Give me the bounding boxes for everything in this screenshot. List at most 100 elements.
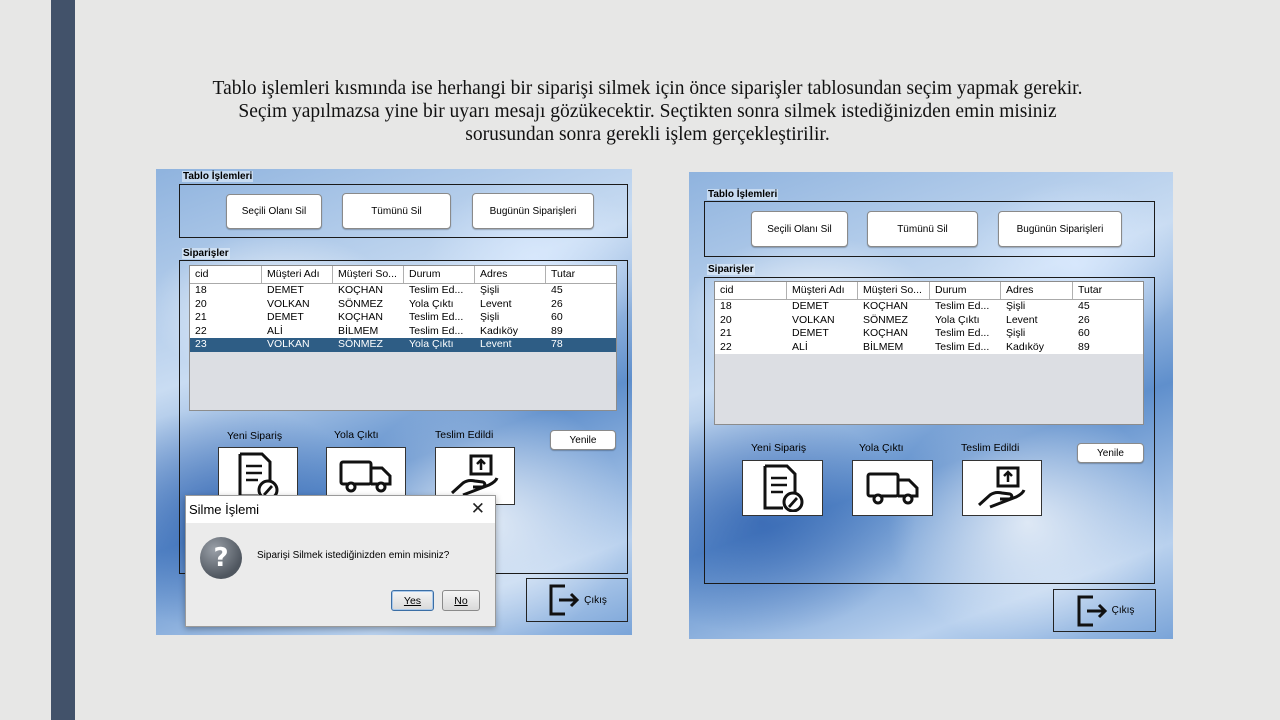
- siparisler-title: Siparişler: [707, 264, 755, 275]
- cikis-label: Çıkış: [584, 594, 607, 606]
- table-row[interactable]: 23 VOLKAN SÖNMEZ Yola Çıktı Levent 78: [190, 338, 616, 352]
- table-header: cid Müşteri Adı Müşteri So... Durum Adre…: [190, 266, 616, 284]
- secili-olani-sil-button[interactable]: Seçili Olanı Sil: [226, 194, 322, 229]
- table-cell: Teslim Ed...: [409, 311, 464, 323]
- table-cell: Teslim Ed...: [935, 340, 990, 353]
- table-cell: SÖNMEZ: [863, 313, 908, 326]
- table-cell: 23: [195, 338, 207, 350]
- column-header-musteri-adi[interactable]: Müşteri Adı: [262, 266, 333, 283]
- caption-line-2: Seçim yapılmazsa yine bir uyarı mesajı g…: [238, 101, 1057, 122]
- column-header-adres[interactable]: Adres: [1001, 282, 1073, 299]
- table-cell: 60: [1078, 327, 1090, 339]
- table-cell: KOÇHAN: [863, 300, 908, 312]
- table-cell: 26: [551, 297, 563, 310]
- yeni-siparis-button[interactable]: [742, 460, 823, 516]
- column-header-durum[interactable]: Durum: [404, 266, 475, 283]
- table-row[interactable]: 20 VOLKAN SÖNMEZ Yola Çıktı Levent 26: [715, 313, 1143, 327]
- table-cell: 60: [551, 311, 563, 323]
- column-header-musteri-soyadi[interactable]: Müşteri So...: [858, 282, 930, 299]
- tumunu-sil-button[interactable]: Tümünü Sil: [867, 211, 978, 247]
- table-cell: VOLKAN: [792, 313, 835, 326]
- yola-cikti-button[interactable]: [852, 460, 933, 516]
- teslim-edildi-button[interactable]: [962, 460, 1042, 516]
- yenile-button[interactable]: Yenile: [550, 430, 616, 450]
- close-icon[interactable]: ✕: [471, 499, 485, 519]
- cikis-button[interactable]: Çıkış: [1053, 589, 1156, 632]
- dialog-titlebar: Silme İşlemi ✕: [186, 496, 495, 523]
- tablo-islemleri-title: Tablo İşlemleri: [182, 171, 254, 182]
- exit-icon: [1077, 595, 1107, 626]
- hand-package-icon: [450, 454, 499, 497]
- teslim-edildi-label: Teslim Edildi: [435, 429, 494, 441]
- table-cell: Şişli: [1006, 300, 1026, 312]
- table-cell: BİLMEM: [338, 324, 379, 337]
- table-cell: Kadıköy: [480, 324, 518, 337]
- column-header-tutar[interactable]: Tutar: [1073, 282, 1143, 299]
- column-header-musteri-soyadi[interactable]: Müşteri So...: [333, 266, 404, 283]
- table-row[interactable]: 18 DEMET KOÇHAN Teslim Ed... Şişli 45: [715, 300, 1143, 314]
- yeni-siparis-label: Yeni Sipariş: [751, 442, 807, 454]
- table-row[interactable]: 21 DEMET KOÇHAN Teslim Ed... Şişli 60: [715, 327, 1143, 341]
- caption-line-1: Tablo işlemleri kısmında ise herhangi bi…: [212, 78, 1083, 99]
- question-icon: ?: [200, 537, 242, 579]
- caption-line-3: sorusundan sonra gerekli işlem gerçekleş…: [465, 124, 830, 145]
- table-cell: SÖNMEZ: [338, 338, 383, 350]
- yeni-siparis-label: Yeni Sipariş: [227, 430, 283, 442]
- table-cell: 20: [720, 313, 732, 326]
- slide-caption: Tablo işlemleri kısmında ise herhangi bi…: [150, 77, 1145, 146]
- table-cell: Teslim Ed...: [935, 327, 990, 339]
- table-row[interactable]: 22 ALİ BİLMEM Teslim Ed... Kadıköy 89: [715, 340, 1143, 354]
- table-cell: 45: [551, 284, 563, 296]
- table-row[interactable]: 21 DEMET KOÇHAN Teslim Ed... Şişli 60: [190, 311, 616, 325]
- table-cell: Levent: [480, 338, 512, 350]
- tumunu-sil-button[interactable]: Tümünü Sil: [342, 193, 451, 229]
- table-row[interactable]: 18 DEMET KOÇHAN Teslim Ed... Şişli 45: [190, 284, 616, 298]
- column-header-tutar[interactable]: Tutar: [546, 266, 616, 283]
- orders-table[interactable]: cid Müşteri Adı Müşteri So... Durum Adre…: [189, 265, 617, 411]
- table-cell: 78: [551, 338, 563, 350]
- hand-package-icon: [977, 466, 1026, 509]
- cikis-label: Çıkış: [1111, 605, 1135, 616]
- dialog-title: Silme İşlemi: [189, 502, 260, 517]
- column-header-musteri-adi[interactable]: Müşteri Adı: [787, 282, 858, 299]
- column-header-cid[interactable]: cid: [715, 282, 787, 299]
- secili-olani-sil-button[interactable]: Seçili Olanı Sil: [751, 211, 848, 247]
- siparisler-title: Siparişler: [182, 248, 230, 259]
- table-cell: SÖNMEZ: [338, 297, 383, 310]
- table-cell: 18: [720, 300, 732, 312]
- table-cell: 22: [720, 340, 732, 353]
- right-app-screenshot: Tablo İşlemleri Seçili Olanı Sil Tümünü …: [689, 172, 1173, 639]
- yenile-button[interactable]: Yenile: [1077, 443, 1144, 463]
- yes-button[interactable]: Yes: [391, 590, 434, 611]
- table-cell: Teslim Ed...: [935, 300, 990, 312]
- table-cell: Şişli: [480, 311, 500, 323]
- column-header-durum[interactable]: Durum: [930, 282, 1001, 299]
- column-header-cid[interactable]: cid: [190, 266, 262, 283]
- bugunun-siparisleri-button[interactable]: Bugünün Siparişleri: [998, 211, 1122, 247]
- cikis-button[interactable]: Çıkış: [526, 578, 628, 622]
- table-cell: 21: [720, 327, 732, 339]
- table-cell: BİLMEM: [863, 340, 904, 353]
- table-cell: Teslim Ed...: [409, 324, 464, 337]
- table-cell: 22: [195, 324, 207, 337]
- table-cell: Levent: [480, 297, 512, 310]
- tablo-islemleri-title: Tablo İşlemleri: [707, 189, 779, 200]
- table-cell: DEMET: [267, 284, 304, 296]
- table-cell: ALİ: [267, 324, 283, 337]
- slide-accent-bar: [51, 0, 75, 720]
- teslim-edildi-label: Teslim Edildi: [961, 442, 1020, 454]
- bugunun-siparisleri-button[interactable]: Bugünün Siparişleri: [472, 193, 594, 229]
- silme-islemi-dialog: Silme İşlemi ✕ ? Siparişi Silmek istediğ…: [185, 495, 496, 627]
- delivery-truck-icon: [339, 460, 392, 493]
- table-cell: 26: [1078, 313, 1090, 326]
- new-order-document-icon: [763, 464, 803, 512]
- table-cell: Yola Çıktı: [935, 313, 980, 326]
- table-cell: Levent: [1006, 313, 1038, 326]
- table-row[interactable]: 22 ALİ BİLMEM Teslim Ed... Kadıköy 89: [190, 324, 616, 338]
- column-header-adres[interactable]: Adres: [475, 266, 546, 283]
- table-cell: Şişli: [480, 284, 500, 296]
- orders-table[interactable]: cid Müşteri Adı Müşteri So... Durum Adre…: [714, 281, 1144, 425]
- table-cell: ALİ: [792, 340, 808, 353]
- no-button[interactable]: No: [442, 590, 480, 611]
- table-row[interactable]: 20 VOLKAN SÖNMEZ Yola Çıktı Levent 26: [190, 297, 616, 311]
